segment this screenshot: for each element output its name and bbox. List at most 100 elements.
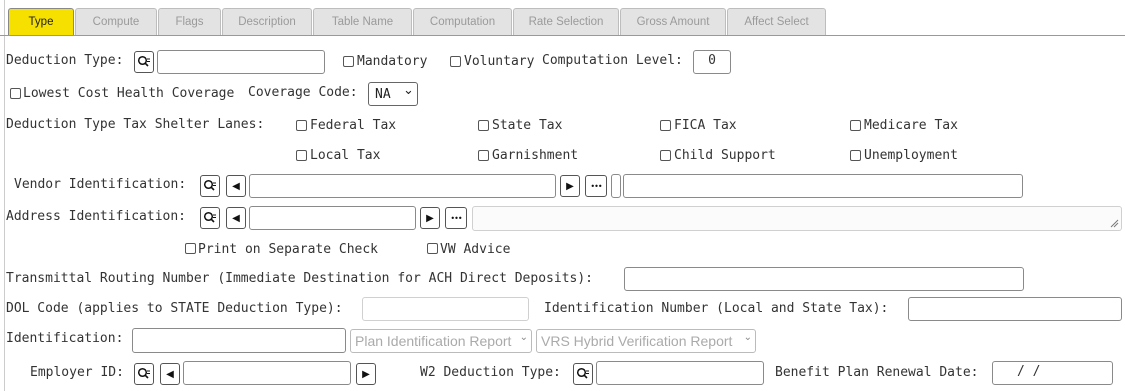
left-window-edge: [0, 0, 5, 391]
plan-identification-report-select[interactable]: Plan Identification Report ⌄: [350, 329, 532, 353]
tab-gross-amount[interactable]: Gross Amount: [620, 8, 726, 35]
vw-advice-checkbox[interactable]: [427, 243, 438, 254]
tab-compute[interactable]: Compute: [75, 8, 157, 35]
benefit-plan-renewal-date-input[interactable]: / /: [992, 361, 1113, 385]
garnishment-checkbox[interactable]: [478, 150, 489, 161]
search-icon: [576, 367, 589, 379]
lowest-cost-label: Lowest Cost Health Coverage: [23, 86, 235, 101]
address-more-button[interactable]: •••: [445, 207, 467, 229]
lowest-cost-checkbox[interactable]: [10, 88, 21, 99]
mandatory-checkbox[interactable]: [343, 56, 354, 67]
child-support-label: Child Support: [674, 148, 776, 163]
left-arrow-icon: ◀: [166, 368, 174, 380]
federal-tax-checkbox[interactable]: [296, 120, 307, 131]
vendor-search-button[interactable]: [200, 175, 220, 197]
tab-divider: [0, 35, 1125, 36]
deduction-type-label: Deduction Type:: [6, 53, 124, 68]
search-icon: [203, 179, 216, 191]
child-support-checkbox[interactable]: [660, 150, 671, 161]
w2-deduction-type-label: W2 Deduction Type:: [420, 365, 561, 380]
vendor-prev-button[interactable]: ◀: [226, 175, 246, 197]
tab-type[interactable]: Type: [8, 8, 74, 35]
more-icon: •••: [450, 213, 462, 223]
employer-search-button[interactable]: [134, 363, 154, 385]
print-separate-label: Print on Separate Check: [198, 242, 379, 257]
coverage-code-select[interactable]: NA ⌄: [368, 82, 418, 106]
identification-number-label: Identification Number (Local and State T…: [544, 301, 889, 316]
w2-deduction-type-input[interactable]: [596, 361, 764, 385]
vrs-hybrid-report-value: VRS Hybrid Verification Report: [541, 333, 733, 349]
garnishment-label: Garnishment: [492, 148, 579, 163]
tab-table-name[interactable]: Table Name: [313, 8, 412, 35]
right-arrow-icon: ▶: [426, 212, 434, 224]
deduction-type-search-button[interactable]: [134, 51, 154, 73]
right-arrow-icon: ▶: [566, 180, 574, 192]
fica-tax-label: FICA Tax: [674, 118, 737, 133]
vw-advice-label: VW Advice: [440, 242, 511, 257]
vendor-more-button[interactable]: •••: [585, 175, 607, 197]
address-next-button[interactable]: ▶: [420, 207, 440, 229]
vendor-next-button[interactable]: ▶: [560, 175, 580, 197]
search-icon: [203, 211, 216, 223]
transmittal-routing-input[interactable]: [624, 267, 1024, 291]
tab-description[interactable]: Description: [222, 8, 312, 35]
tab-computation[interactable]: Computation: [413, 8, 512, 35]
voluntary-checkbox[interactable]: [450, 56, 461, 67]
federal-tax-label: Federal Tax: [310, 118, 397, 133]
address-identification-label: Address Identification:: [6, 209, 187, 224]
medicare-tax-label: Medicare Tax: [864, 118, 958, 133]
vrs-hybrid-report-select[interactable]: VRS Hybrid Verification Report ⌄: [536, 329, 756, 353]
employer-id-input[interactable]: [183, 361, 351, 385]
right-arrow-icon: ▶: [362, 368, 370, 380]
plan-identification-report-value: Plan Identification Report: [355, 333, 512, 349]
more-icon: •••: [590, 181, 602, 191]
employer-next-button[interactable]: ▶: [356, 363, 376, 385]
vendor-id-input[interactable]: [249, 174, 556, 198]
voluntary-label: Voluntary: [464, 54, 535, 69]
local-tax-label: Local Tax: [310, 148, 381, 163]
print-separate-checkbox[interactable]: [185, 243, 196, 254]
address-search-button[interactable]: [200, 207, 220, 229]
tab-rate-selection[interactable]: Rate Selection: [513, 8, 619, 35]
medicare-tax-checkbox[interactable]: [850, 120, 861, 131]
unemployment-label: Unemployment: [864, 148, 958, 163]
transmittal-routing-label: Transmittal Routing Number (Immediate De…: [6, 271, 593, 286]
dol-code-input[interactable]: [362, 297, 529, 321]
search-icon: [137, 367, 150, 379]
state-tax-checkbox[interactable]: [478, 120, 489, 131]
identification-number-input[interactable]: [908, 297, 1122, 321]
tab-flags[interactable]: Flags: [158, 8, 221, 35]
mandatory-label: Mandatory: [357, 54, 428, 69]
address-prev-button[interactable]: ◀: [226, 207, 246, 229]
coverage-code-value: NA: [375, 87, 391, 102]
local-tax-checkbox[interactable]: [296, 150, 307, 161]
computation-level-label: Computation Level:: [542, 53, 683, 68]
unemployment-checkbox[interactable]: [850, 150, 861, 161]
resize-handle-icon: [1110, 219, 1119, 228]
employer-prev-button[interactable]: ◀: [160, 363, 180, 385]
tab-affect-select[interactable]: Affect Select: [727, 8, 826, 35]
chevron-down-icon: ⌄: [743, 332, 752, 343]
vendor-separator-field: [611, 174, 621, 198]
vendor-name-display: [623, 174, 1023, 198]
w2-search-button[interactable]: [573, 363, 593, 385]
vendor-identification-label: Vendor Identification:: [14, 177, 187, 192]
coverage-code-label: Coverage Code:: [248, 85, 358, 100]
chevron-down-icon: ⌄: [519, 332, 528, 343]
employer-id-label: Employer ID:: [30, 365, 124, 380]
fica-tax-checkbox[interactable]: [660, 120, 671, 131]
identification-input[interactable]: [132, 328, 346, 353]
address-textarea[interactable]: [472, 206, 1122, 231]
dol-code-label: DOL Code (applies to STATE Deduction Typ…: [6, 301, 343, 316]
deduction-type-input[interactable]: [157, 50, 325, 74]
benefit-plan-renewal-label: Benefit Plan Renewal Date:: [775, 365, 979, 380]
search-icon: [137, 55, 150, 67]
address-id-input[interactable]: [249, 206, 416, 230]
identification-label: Identification:: [6, 331, 124, 346]
tax-shelter-label: Deduction Type Tax Shelter Lanes:: [6, 117, 265, 132]
computation-level-input[interactable]: 0: [693, 50, 731, 74]
chevron-down-icon: ⌄: [403, 83, 414, 98]
state-tax-label: State Tax: [492, 118, 563, 133]
left-arrow-icon: ◀: [232, 180, 240, 192]
left-arrow-icon: ◀: [232, 212, 240, 224]
